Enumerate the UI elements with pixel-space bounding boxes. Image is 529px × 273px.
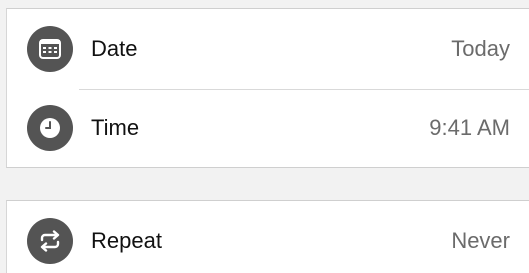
repeat-row[interactable]: Repeat Never	[7, 201, 529, 273]
calendar-icon	[27, 26, 73, 72]
clock-icon	[27, 105, 73, 151]
repeat-label: Repeat	[91, 228, 162, 253]
date-time-group: Date Today Time 9:41 AM	[6, 8, 529, 168]
repeat-value: Never	[451, 228, 510, 253]
date-label: Date	[91, 36, 138, 61]
date-row[interactable]: Date Today	[7, 9, 529, 89]
time-value: 9:41 AM	[429, 115, 510, 140]
settings-page: Date Today Time 9:41 AM Repeat Never	[0, 0, 529, 273]
time-label: Time	[91, 115, 140, 140]
repeat-group: Repeat Never	[6, 200, 529, 273]
date-value: Today	[451, 36, 510, 61]
time-row[interactable]: Time 9:41 AM	[7, 88, 529, 168]
repeat-icon	[27, 218, 73, 264]
